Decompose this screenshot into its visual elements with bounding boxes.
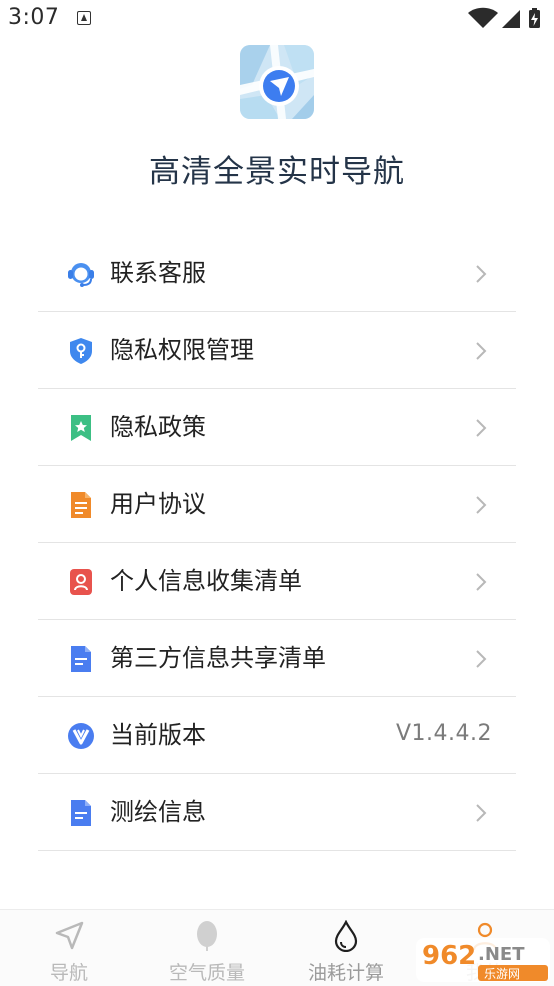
menu-item-privacy-permission[interactable]: 隐私权限管理 [38, 312, 516, 389]
menu-item-label: 用户协议 [110, 490, 206, 518]
svg-text:.NET: .NET [478, 944, 525, 965]
tab-label: 空气质量 [168, 962, 245, 984]
menu-item-surveying[interactable]: 测绘信息 [38, 774, 516, 851]
menu-item-contact[interactable]: 联系客服 [38, 235, 516, 312]
status-icons [468, 7, 540, 28]
tab-navigation[interactable]: 导航 [0, 910, 138, 986]
chevron-right-icon [476, 496, 487, 514]
chevron-right-icon [476, 342, 487, 360]
menu-item-label: 个人信息收集清单 [110, 567, 302, 595]
chevron-right-icon [476, 804, 487, 822]
settings-menu: 联系客服 隐私权限管理 隐私政策 用户协议 个人信息收集清单 第三方信息共享清单… [38, 235, 516, 851]
headset-icon [68, 263, 94, 287]
tab-label: 导航 [49, 962, 88, 984]
bookmark-star-icon [71, 415, 91, 441]
battery-icon [529, 8, 540, 28]
menu-item-label: 联系客服 [110, 259, 206, 287]
app-title: 高清全景实时导航 [149, 154, 405, 190]
chevron-right-icon [476, 573, 487, 591]
svg-text:乐游网: 乐游网 [484, 967, 520, 981]
menu-item-label: 测绘信息 [110, 798, 206, 826]
svg-text:962: 962 [422, 941, 476, 971]
menu-item-label: 第三方信息共享清单 [110, 644, 326, 672]
status-bar: 3:07 [0, 0, 554, 40]
v-badge-icon [68, 723, 94, 749]
tab-label: 油耗计算 [307, 962, 384, 984]
version-value: V1.4.4.2 [395, 721, 492, 746]
app-logo [240, 45, 314, 119]
menu-item-third-party[interactable]: 第三方信息共享清单 [38, 620, 516, 697]
navigation-arrow-icon [55, 921, 84, 950]
shield-key-icon [70, 338, 92, 364]
chevron-right-icon [476, 265, 487, 283]
wifi-icon [468, 7, 498, 28]
signal-icon [502, 10, 520, 28]
menu-item-user-agreement[interactable]: 用户协议 [38, 466, 516, 543]
tab-fuel-calc[interactable]: 油耗计算 [277, 910, 415, 986]
document-icon [71, 800, 91, 826]
chevron-right-icon [476, 419, 487, 437]
chevron-right-icon [476, 650, 487, 668]
menu-item-privacy-policy[interactable]: 隐私政策 [38, 389, 516, 466]
notification-icon [77, 11, 91, 25]
menu-item-label: 隐私权限管理 [110, 336, 254, 364]
drop-icon [334, 920, 358, 952]
menu-item-label: 当前版本 [110, 721, 206, 749]
watermark-logo: 962 .NET 乐游网 [416, 938, 550, 982]
menu-item-version[interactable]: 当前版本 V1.4.4.2 [38, 697, 516, 774]
menu-item-personal-info[interactable]: 个人信息收集清单 [38, 543, 516, 620]
person-card-icon [70, 569, 92, 595]
tab-air-quality[interactable]: 空气质量 [138, 910, 276, 986]
menu-item-label: 隐私政策 [110, 413, 206, 441]
leaf-icon [197, 921, 217, 951]
document-icon [71, 646, 91, 672]
document-icon [71, 492, 91, 518]
status-time: 3:07 [8, 5, 60, 30]
